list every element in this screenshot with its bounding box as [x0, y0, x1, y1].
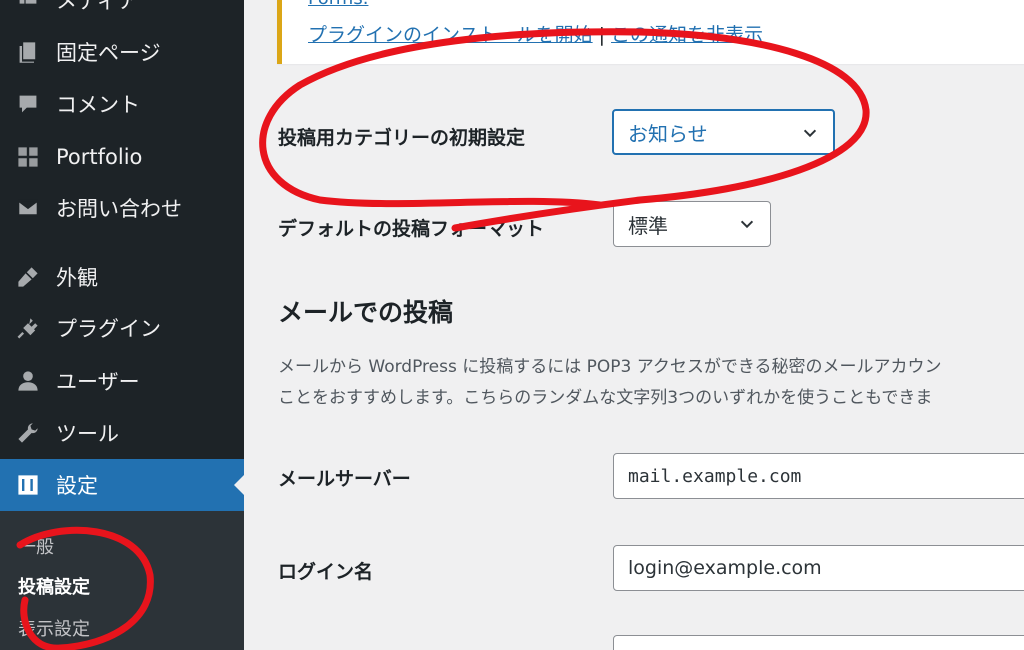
plugin-notice: Forms. プラグインのインストールを開始|この通知を非表示: [277, 0, 1024, 64]
default-category-label: 投稿用カテゴリーの初期設定: [278, 127, 526, 149]
select-value: 標準: [628, 213, 668, 238]
sidebar-item-label: 外観: [56, 266, 98, 290]
sidebar-item-portfolio[interactable]: Portfolio: [0, 131, 244, 183]
login-name-label: ログイン名: [278, 561, 374, 583]
admin-sidebar: メディア 固定ページ コメント Portfolio お問い合わせ 外観 プラグイ…: [0, 0, 244, 650]
sidebar-item-label: コメント: [56, 93, 140, 117]
tools-icon: [0, 421, 56, 445]
password-input[interactable]: [613, 635, 1024, 650]
dismiss-notice-link[interactable]: この通知を非表示: [611, 24, 763, 46]
sidebar-item-label: 固定ページ: [56, 41, 161, 65]
pages-icon: [0, 40, 56, 64]
comments-icon: [0, 92, 56, 116]
notice-links: プラグインのインストールを開始 | この通知を非表示: [308, 20, 763, 47]
login-name-input[interactable]: login@example.com: [613, 545, 1024, 591]
sidebar-item-pages[interactable]: 固定ページ: [0, 26, 244, 78]
sidebar-item-contact[interactable]: お問い合わせ: [0, 182, 244, 234]
default-category-select[interactable]: お知らせ: [612, 109, 835, 155]
submenu-item-reading[interactable]: 表示設定: [18, 615, 90, 641]
sidebar-item-tools[interactable]: ツール: [0, 407, 244, 459]
sidebar-item-appearance[interactable]: 外観: [0, 251, 244, 303]
sidebar-item-label: 設定: [56, 474, 98, 498]
plugins-icon: [0, 316, 56, 340]
notice-separator: |: [598, 24, 606, 46]
install-plugins-link[interactable]: プラグインのインストールを開始: [308, 24, 593, 46]
sidebar-item-label: ユーザー: [56, 370, 140, 394]
section-description-line-2: ことをおすすめします。こちらのランダムな文字列3つのいずれかを使うこともできま: [278, 388, 933, 408]
sidebar-item-plugins[interactable]: プラグイン: [0, 302, 244, 354]
notice-text[interactable]: Forms.: [308, 0, 368, 9]
mail-icon: [0, 196, 56, 220]
section-title-post-via-email: メールでの投稿: [278, 298, 454, 327]
mail-server-label: メールサーバー: [278, 468, 411, 490]
sidebar-item-media[interactable]: メディア: [0, 0, 244, 26]
sidebar-item-comments[interactable]: コメント: [0, 78, 244, 130]
mail-server-input[interactable]: mail.example.com: [613, 453, 1024, 499]
settings-submenu: 一般 投稿設定 表示設定: [0, 511, 244, 650]
sidebar-item-label: Portfolio: [56, 145, 143, 169]
settings-icon: [0, 473, 56, 497]
select-value: お知らせ: [628, 121, 708, 146]
portfolio-icon: [0, 145, 56, 169]
default-post-format-select[interactable]: 標準: [613, 201, 771, 247]
chevron-down-icon: [803, 129, 817, 138]
sidebar-item-label: メディア: [56, 0, 139, 13]
submenu-item-writing[interactable]: 投稿設定: [18, 573, 90, 599]
sidebar-item-label: プラグイン: [56, 317, 161, 341]
appearance-icon: [0, 265, 56, 289]
submenu-item-general[interactable]: 一般: [18, 533, 54, 559]
users-icon: [0, 369, 56, 393]
sidebar-item-users[interactable]: ユーザー: [0, 355, 244, 407]
sidebar-item-label: ツール: [56, 422, 119, 446]
chevron-down-icon: [740, 220, 754, 229]
section-description-line-1: メールから WordPress に投稿するには POP3 アクセスができる秘密の…: [278, 357, 942, 377]
sidebar-item-label: お問い合わせ: [56, 197, 182, 221]
media-icon: [0, 0, 56, 12]
default-post-format-label: デフォルトの投稿フォーマット: [278, 218, 545, 240]
sidebar-item-settings[interactable]: 設定: [0, 459, 244, 511]
